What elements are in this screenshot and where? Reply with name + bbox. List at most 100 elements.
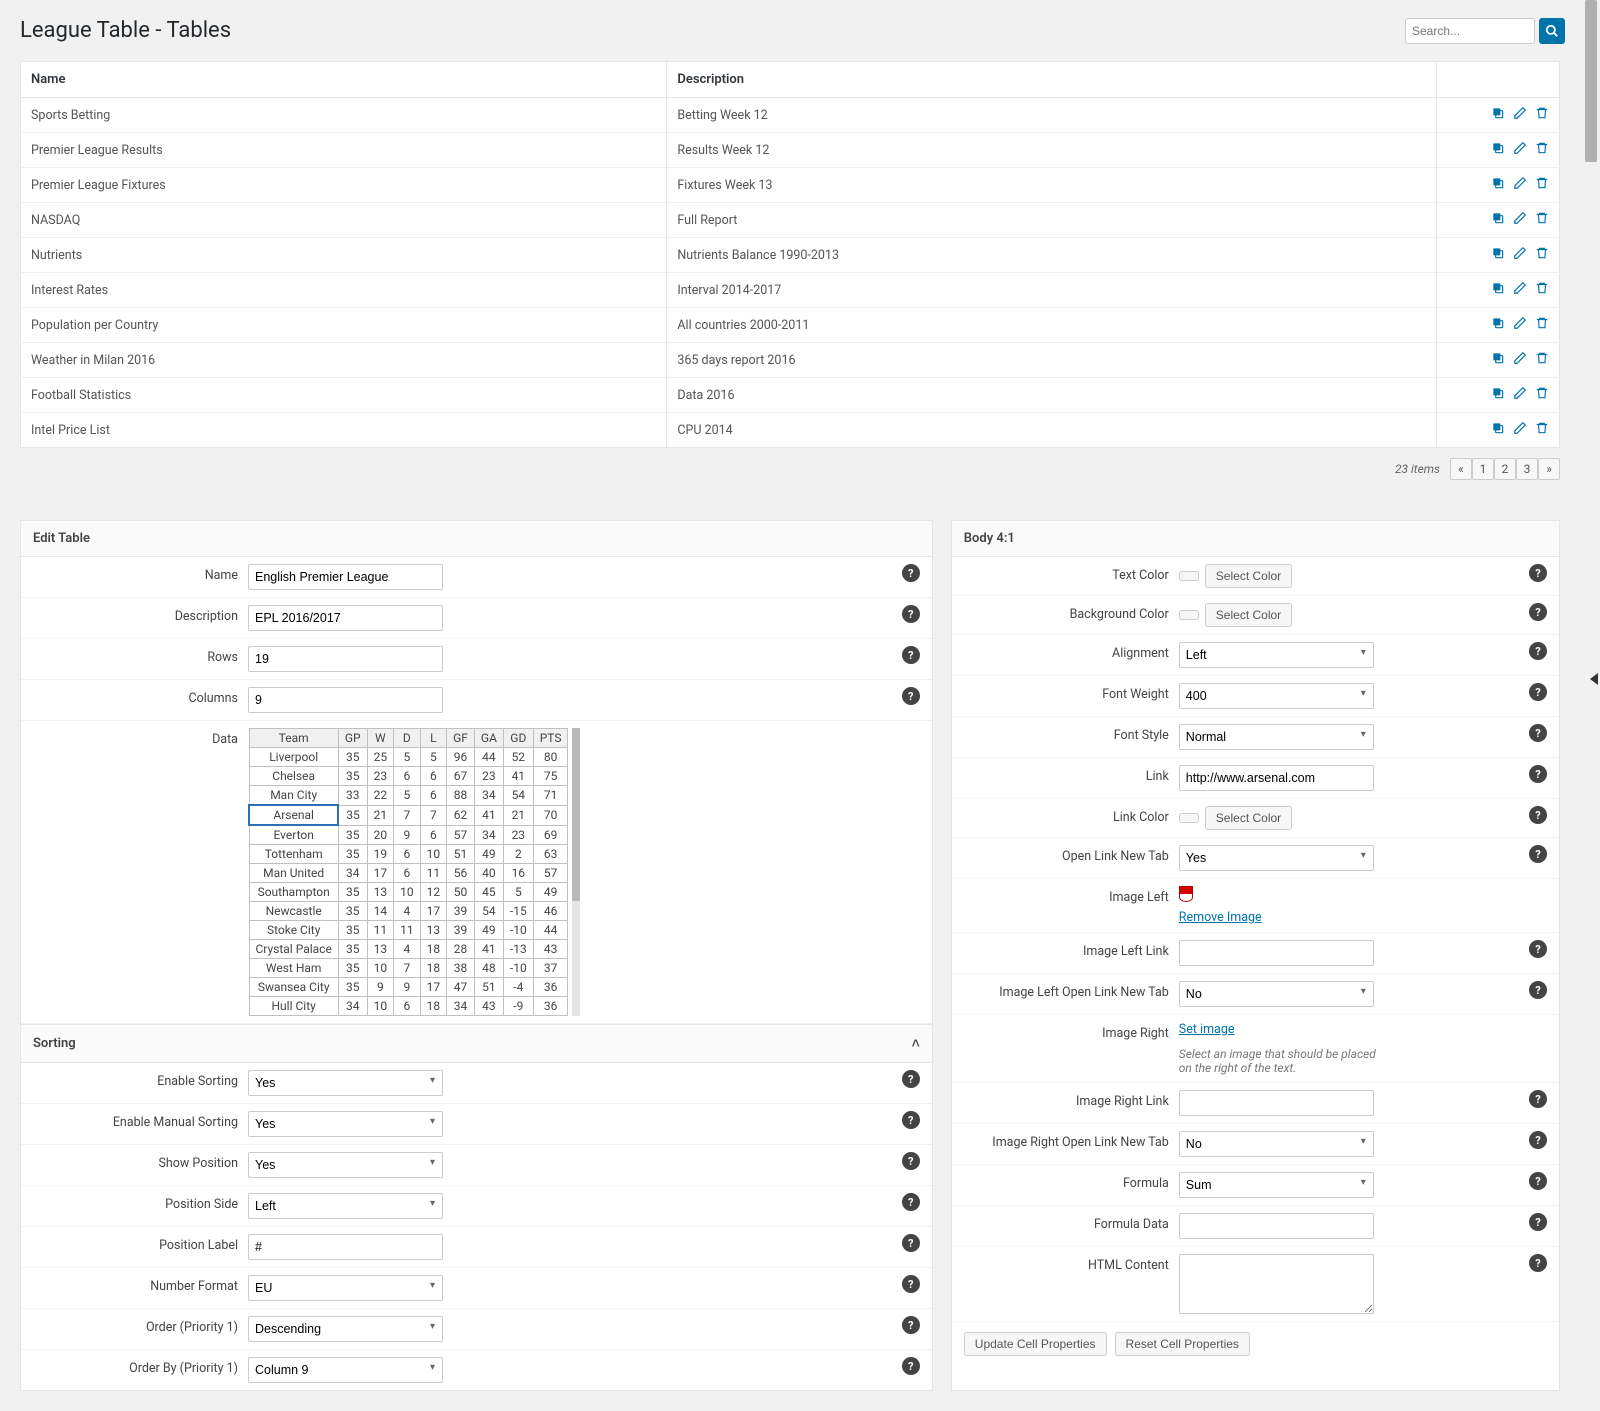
trash-icon[interactable] (1535, 106, 1549, 124)
grid-cell[interactable]: 6 (394, 864, 421, 883)
grid-cell[interactable]: 63 (533, 845, 568, 864)
trash-icon[interactable] (1535, 316, 1549, 334)
grid-cell[interactable]: 33 (338, 786, 367, 806)
help-icon[interactable]: ? (902, 605, 920, 623)
grid-cell[interactable]: 35 (338, 748, 367, 767)
help-icon[interactable]: ? (902, 1193, 920, 1211)
grid-cell[interactable]: 39 (447, 921, 475, 940)
help-icon[interactable]: ? (902, 1234, 920, 1252)
grid-cell[interactable]: 51 (474, 978, 503, 997)
grid-cell[interactable]: -9 (503, 997, 533, 1016)
grid-cell[interactable]: 35 (338, 978, 367, 997)
grid-cell[interactable]: 35 (338, 825, 367, 845)
caret-left-icon[interactable] (1590, 673, 1598, 685)
grid-cell[interactable]: 4 (394, 902, 421, 921)
grid-cell[interactable]: Stoke City (249, 921, 338, 940)
grid-cell[interactable]: 80 (533, 748, 568, 767)
help-icon[interactable]: ? (902, 1275, 920, 1293)
grid-cell[interactable]: 20 (367, 825, 394, 845)
help-icon[interactable]: ? (1529, 1213, 1547, 1231)
grid-cell[interactable]: 6 (420, 767, 447, 786)
set-image-link[interactable]: Set image (1179, 1022, 1235, 1037)
grid-cell[interactable]: 34 (474, 825, 503, 845)
grid-cell[interactable]: 35 (338, 805, 367, 825)
html-content-textarea[interactable] (1179, 1254, 1374, 1314)
grid-cell[interactable]: 13 (420, 921, 447, 940)
edit-icon[interactable] (1513, 141, 1527, 159)
grid-cell[interactable]: 13 (367, 883, 394, 902)
grid-cell[interactable]: Tottenham (249, 845, 338, 864)
grid-cell[interactable]: 9 (394, 825, 421, 845)
grid-cell[interactable]: 35 (338, 902, 367, 921)
image-right-link-input[interactable] (1179, 1090, 1374, 1116)
help-icon[interactable]: ? (1529, 1172, 1547, 1190)
grid-cell[interactable]: 34 (474, 786, 503, 806)
grid-cell[interactable]: 57 (533, 864, 568, 883)
row-name[interactable]: Population per Country (21, 308, 667, 343)
grid-cell[interactable]: 22 (367, 786, 394, 806)
grid-cell[interactable]: Hull City (249, 997, 338, 1016)
help-icon[interactable]: ? (1529, 683, 1547, 701)
select-bg-color-button[interactable]: Select Color (1205, 603, 1292, 627)
trash-icon[interactable] (1535, 176, 1549, 194)
chevron-up-icon[interactable] (912, 1035, 920, 1052)
remove-image-link[interactable]: Remove Image (1179, 910, 1262, 925)
help-icon[interactable]: ? (902, 1316, 920, 1334)
grid-cell[interactable]: 10 (394, 883, 421, 902)
grid-cell[interactable]: 23 (503, 825, 533, 845)
formula-data-input[interactable] (1179, 1213, 1374, 1239)
copy-icon[interactable] (1491, 316, 1505, 334)
order-select[interactable]: Descending (248, 1316, 443, 1342)
grid-header[interactable]: GA (474, 729, 503, 748)
grid-cell[interactable]: Man United (249, 864, 338, 883)
open-new-tab-select[interactable]: Yes (1179, 845, 1374, 871)
edit-icon[interactable] (1513, 211, 1527, 229)
help-icon[interactable]: ? (1529, 642, 1547, 660)
grid-cell[interactable]: -10 (503, 959, 533, 978)
grid-header[interactable]: L (420, 729, 447, 748)
trash-icon[interactable] (1535, 421, 1549, 439)
order-by-select[interactable]: Column 9 (248, 1357, 443, 1383)
grid-cell[interactable]: 25 (367, 748, 394, 767)
grid-cell[interactable]: 11 (367, 921, 394, 940)
row-name[interactable]: Sports Betting (21, 98, 667, 133)
grid-cell[interactable]: 71 (533, 786, 568, 806)
grid-cell[interactable]: 11 (420, 864, 447, 883)
font-weight-select[interactable]: 400 (1179, 683, 1374, 709)
grid-cell[interactable]: Southampton (249, 883, 338, 902)
help-icon[interactable]: ? (902, 1111, 920, 1129)
grid-cell[interactable]: 41 (503, 767, 533, 786)
help-icon[interactable]: ? (902, 564, 920, 582)
grid-cell[interactable]: 23 (367, 767, 394, 786)
copy-icon[interactable] (1491, 106, 1505, 124)
grid-cell[interactable]: 54 (503, 786, 533, 806)
grid-header[interactable]: GP (338, 729, 367, 748)
grid-cell[interactable]: 18 (420, 940, 447, 959)
grid-cell[interactable]: 44 (474, 748, 503, 767)
grid-cell[interactable]: 7 (394, 959, 421, 978)
trash-icon[interactable] (1535, 211, 1549, 229)
grid-cell[interactable]: 70 (533, 805, 568, 825)
help-icon[interactable]: ? (1529, 1131, 1547, 1149)
grid-cell[interactable]: 35 (338, 959, 367, 978)
grid-cell[interactable]: 45 (474, 883, 503, 902)
grid-cell[interactable]: 17 (420, 978, 447, 997)
edit-icon[interactable] (1513, 281, 1527, 299)
data-grid[interactable]: TeamGPWDLGFGAGDPTS Liverpool352555964452… (248, 728, 568, 1016)
help-icon[interactable]: ? (902, 1357, 920, 1375)
grid-cell[interactable]: 40 (474, 864, 503, 883)
description-input[interactable] (248, 605, 443, 631)
grid-cell[interactable]: 6 (420, 786, 447, 806)
grid-cell[interactable]: 39 (447, 902, 475, 921)
grid-cell[interactable]: 12 (420, 883, 447, 902)
grid-cell[interactable]: 34 (338, 997, 367, 1016)
position-side-select[interactable]: Left (248, 1193, 443, 1219)
grid-cell[interactable]: 49 (533, 883, 568, 902)
grid-header[interactable]: GD (503, 729, 533, 748)
grid-cell[interactable]: 6 (420, 825, 447, 845)
select-text-color-button[interactable]: Select Color (1205, 564, 1292, 588)
grid-cell[interactable]: 5 (394, 786, 421, 806)
grid-cell[interactable]: 2 (503, 845, 533, 864)
grid-cell[interactable]: 6 (394, 845, 421, 864)
manual-sorting-select[interactable]: Yes (248, 1111, 443, 1137)
